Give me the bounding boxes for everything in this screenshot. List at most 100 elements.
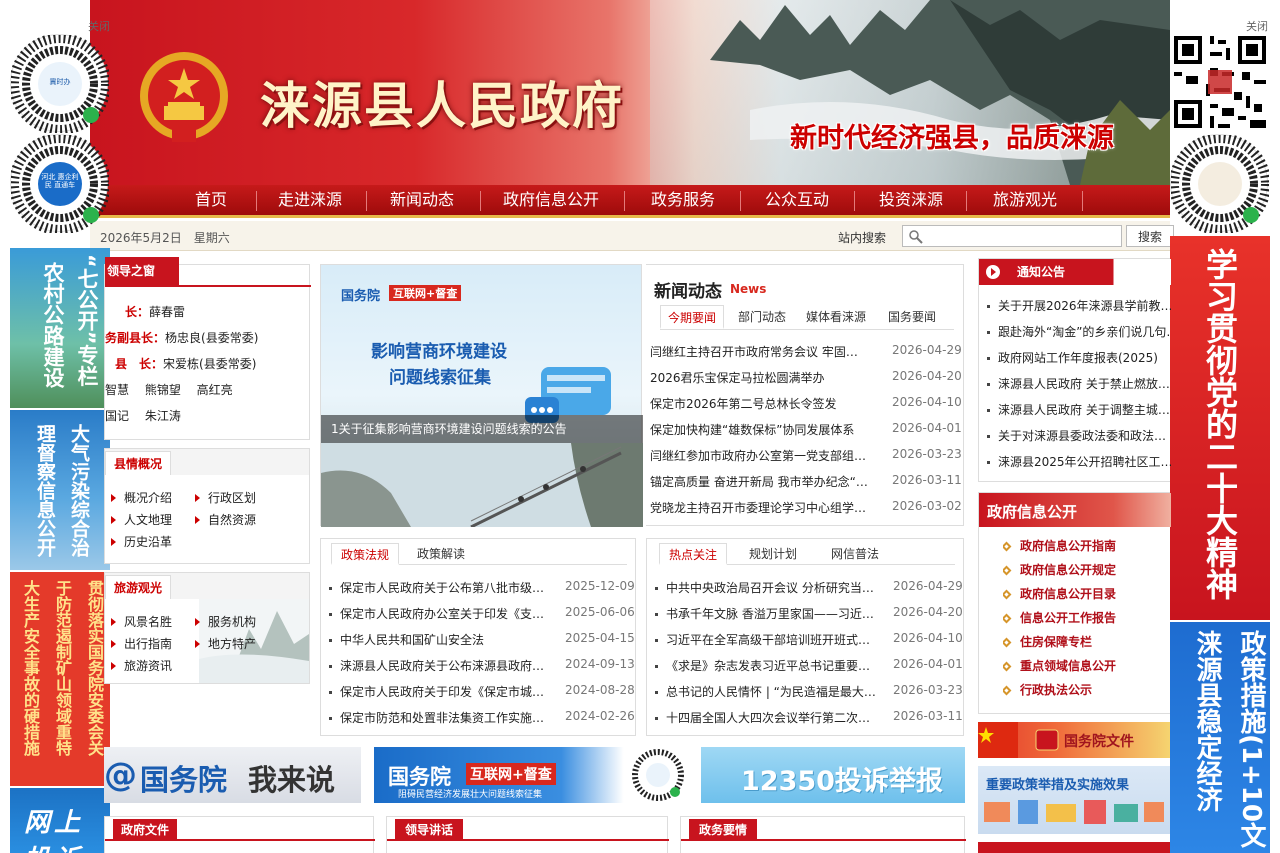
nav-news[interactable]: 新闻动态 — [372, 185, 472, 215]
gov-info-item[interactable]: 信息公开工作报告 — [1003, 609, 1169, 626]
hot-item-text: 总书记的人民情怀 | “为民造福是最大… — [666, 685, 876, 699]
study-congress-banner[interactable]: 学习贯彻党的二十大精神 — [1170, 236, 1270, 620]
nav-divider — [480, 191, 481, 211]
search-input[interactable] — [902, 225, 1122, 247]
gov-info-item[interactable]: 重点领域信息公开 — [1003, 657, 1169, 674]
panel-title: 政府文件 — [113, 819, 178, 841]
leader-row[interactable]: 务副县长：杨忠良(县委常委) — [105, 329, 258, 346]
link-divisions[interactable]: 行政区划 — [195, 489, 256, 506]
news-item[interactable]: 党晓龙主持召开市委理论学习中心组学… — [650, 499, 876, 516]
leader-row[interactable]: 国记 朱江涛 — [105, 407, 181, 424]
news-item[interactable]: 2026君乐宝保定马拉松圆满举办 — [650, 369, 876, 386]
news-item[interactable]: 锚定高质量 奋进开新局 我市举办纪念“… — [650, 473, 876, 490]
stabilize-economy-banner[interactable]: 政策措施(1+10文 涞源县稳定经济 — [1170, 622, 1270, 853]
gov-info-item[interactable]: 政府信息公开目录 — [1003, 585, 1169, 602]
tab-plans[interactable]: 规划计划 — [739, 543, 807, 565]
notice-item[interactable]: 政府网站工作年度报表(2025) — [987, 349, 1171, 366]
mine-safety-banner[interactable]: 贯彻落实国务院安委会关 于防范遏制矿山领域重特 大生产安全事故的硬措施 — [10, 572, 110, 786]
tab-law-popularization[interactable]: 网信普法 — [821, 543, 889, 565]
news-carousel[interactable]: 国务院 互联网+督查 影响营商环境建设 问题线索征集 1关于征集影响营商环境建设… — [320, 264, 643, 527]
gov-info-item[interactable]: 住房保障专栏 — [1003, 633, 1169, 650]
nav-tourism[interactable]: 旅游观光 — [972, 185, 1078, 215]
news-item-text: 保定市2026年第二号总林长令签发 — [650, 397, 837, 411]
state-council-docs-banner[interactable]: 国务院文件 — [978, 722, 1170, 758]
link-service[interactable]: 服务机构 — [195, 613, 256, 630]
notice-item[interactable]: 涞源县人民政府 关于调整主城… — [987, 401, 1171, 418]
news-item[interactable]: 保定加快构建“雄数保标”协同发展体系 — [650, 421, 876, 438]
policy-tabs: 政策法规 政策解读 — [331, 543, 627, 565]
panel-title: 领导之窗 — [105, 257, 179, 285]
hot-item[interactable]: 《求是》杂志发表习近平总书记重要… — [655, 657, 877, 674]
policy-item[interactable]: 保定市人民政府办公室关于印发《支… — [329, 605, 551, 622]
nav-home[interactable]: 首页 — [168, 185, 254, 215]
link-scenic[interactable]: 风景名胜 — [111, 613, 172, 630]
leader-row[interactable]: 智慧 熊锦望 高红亮 — [105, 381, 233, 398]
news-item[interactable]: 保定市2026年第二号总林长令签发 — [650, 395, 876, 412]
nav-interaction[interactable]: 公众互动 — [746, 185, 848, 215]
carousel-caption[interactable]: 1关于征集影响营商环境建设问题线索的公告 — [321, 415, 643, 443]
leader-row[interactable]: 长：薛春雷 — [125, 303, 185, 320]
tab-state-news[interactable]: 国务要闻 — [880, 305, 944, 329]
bullet-icon — [329, 639, 332, 642]
bullet-icon — [655, 639, 658, 642]
rural-road-banner[interactable]: “七公开”专栏 农村公路建设 — [10, 248, 110, 408]
hot-item[interactable]: 习近平在全军高级干部培训班开班式… — [655, 631, 877, 648]
state-council-voice-banner[interactable]: @ 国务院 我来说 — [104, 747, 361, 803]
air-pollution-banner[interactable]: 大气污染综合治 理督察信息公开 — [10, 410, 110, 570]
banner-text: 网上投诉 — [24, 808, 85, 853]
wechat-miniprogram-qr-left-2[interactable]: 河北 惠企利民 直通车 — [9, 133, 111, 235]
leader-row[interactable]: 县 长：宋爱栋(县委常委) — [115, 355, 256, 372]
policy-item[interactable]: 保定市防范和处置非法集资工作实施… — [329, 709, 551, 726]
qr-code-right[interactable] — [1170, 32, 1270, 132]
notice-item[interactable]: 关于开展2026年涞源县学前教… — [987, 297, 1171, 314]
nav-invest[interactable]: 投资涞源 — [860, 185, 962, 215]
close-left-float[interactable]: 关闭 — [88, 18, 110, 34]
link-resources[interactable]: 自然资源 — [195, 511, 256, 528]
search-button[interactable]: 搜索 — [1126, 225, 1174, 247]
gov-info-panel: 政府信息公开 政府信息公开指南 政府信息公开规定 政府信息公开目录 信息公开工作报告住… — [978, 492, 1171, 714]
notice-item[interactable]: 涞源县2025年公开招聘社区工… — [987, 453, 1171, 470]
bullet-icon — [987, 331, 990, 334]
wechat-miniprogram-qr-right[interactable] — [1169, 133, 1271, 235]
tab-policy-laws[interactable]: 政策法规 — [331, 543, 399, 565]
policy-item[interactable]: 中华人民共和国矿山安全法 — [329, 631, 551, 648]
nav-services[interactable]: 政务服务 — [630, 185, 736, 215]
news-item[interactable]: 闫继红参加市政府办公室第一党支部组… — [650, 447, 876, 464]
tab-hot-topics[interactable]: 热点关注 — [659, 543, 727, 565]
policy-item[interactable]: 保定市人民政府关于印发《保定市城… — [329, 683, 551, 700]
link-history[interactable]: 历史沿革 — [111, 533, 172, 550]
nav-gov-info[interactable]: 政府信息公开 — [484, 185, 618, 215]
hot-item[interactable]: 总书记的人民情怀 | “为民造福是最大… — [655, 683, 877, 700]
complaint-12350-banner[interactable]: 12350投诉举报 — [701, 747, 965, 803]
tab-top-news[interactable]: 今期要闻 — [660, 305, 724, 329]
link-tourism-info[interactable]: 旅游资讯 — [111, 657, 172, 674]
link-overview[interactable]: 概况介绍 — [111, 489, 172, 506]
link-specialty[interactable]: 地方特产 — [195, 635, 256, 652]
link-culture[interactable]: 人文地理 — [111, 511, 172, 528]
gov-info-item[interactable]: 政府信息公开指南 — [1003, 537, 1169, 554]
policy-item[interactable]: 涞源县人民政府关于公布涞源县政府… — [329, 657, 551, 674]
link-travel-guide[interactable]: 出行指南 — [111, 635, 172, 652]
nav-about[interactable]: 走进涞源 — [260, 185, 360, 215]
wechat-miniprogram-qr-left-1[interactable]: 冀时办 — [9, 33, 111, 135]
notice-item[interactable]: 涞源县人民政府 关于禁止燃放… — [987, 375, 1171, 392]
policy-panel: 政策法规 政策解读 保定市人民政府关于公布第八批市级… 2025-12-09 保定市… — [320, 538, 636, 736]
notice-item[interactable]: 关于对涞源县委政法委和政法… — [987, 427, 1171, 444]
hot-item[interactable]: 书承千年文脉 香溢万里家国——习近… — [655, 605, 877, 622]
policy-item-text: 保定市人民政府关于公布第八批市级… — [340, 581, 545, 595]
tab-media-news[interactable]: 媒体看涞源 — [798, 305, 874, 329]
internet-supervision-banner[interactable]: 国务院 互联网+督查 阻碍民营经济发展壮大问题线索征集 — [374, 747, 686, 803]
tab-department-news[interactable]: 部门动态 — [730, 305, 794, 329]
gov-info-item[interactable]: 行政执法公示 — [1003, 681, 1169, 698]
policy-effect-banner[interactable]: 重要政策举措及实施效果 — [978, 766, 1170, 834]
online-complaint-banner[interactable]: 网上投诉 — [10, 788, 110, 853]
news-item-text: 党晓龙主持召开市委理论学习中心组学… — [650, 501, 867, 515]
hot-item[interactable]: 十四届全国人大四次会议举行第二次… — [655, 709, 877, 726]
gov-info-item[interactable]: 政府信息公开规定 — [1003, 561, 1169, 578]
hot-item[interactable]: 中共中央政治局召开会议 分析研究当… — [655, 579, 877, 596]
tab-policy-interpretation[interactable]: 政策解读 — [407, 543, 475, 565]
news-panel: 新闻动态 News 今期要闻 部门动态 媒体看涞源 国务要闻 闫继红主持召开市政… — [646, 264, 964, 526]
policy-item[interactable]: 保定市人民政府关于公布第八批市级… — [329, 579, 551, 596]
notice-item[interactable]: 跟赴海外“淘金”的乡亲们说几句… — [987, 323, 1171, 340]
news-item[interactable]: 闫继红主持召开市政府常务会议 牢固… — [650, 343, 876, 360]
